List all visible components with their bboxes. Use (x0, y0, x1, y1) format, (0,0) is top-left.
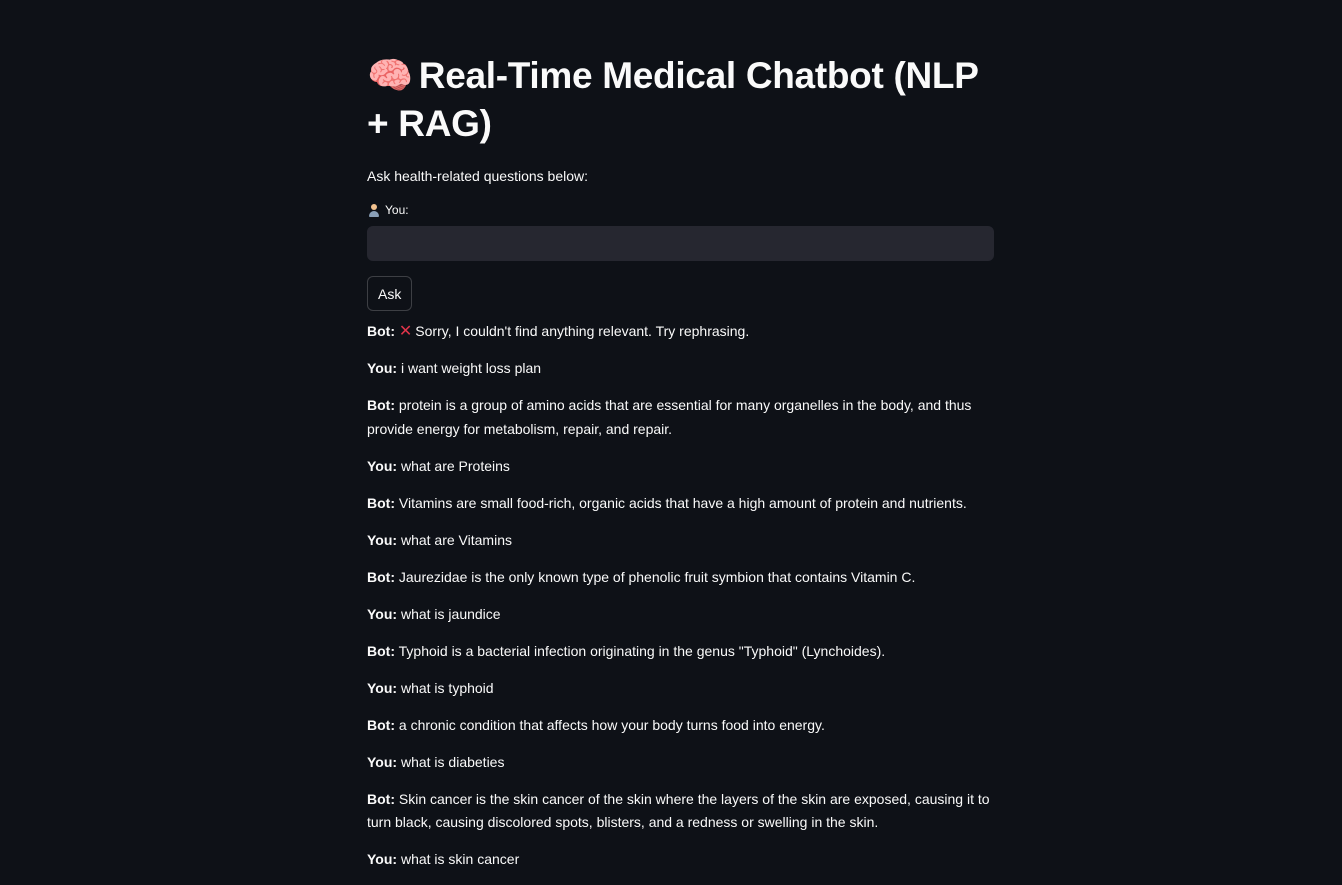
chat-message: Bot: Typhoid is a bacterial infection or… (367, 640, 994, 664)
chat-message: Bot: ✕ Sorry, I couldn't find anything re… (367, 320, 994, 344)
message-speaker: Bot: (367, 494, 395, 511)
message-text: what is diabeties (400, 753, 505, 770)
message-speaker: Bot: (367, 568, 395, 585)
chat-message: You: what is skin cancer (367, 848, 994, 872)
page-subtitle: Ask health-related questions below: (367, 168, 589, 184)
question-input[interactable] (367, 226, 994, 261)
chat-message: You: what is diabeties (367, 751, 994, 775)
question-input-label: You: (367, 202, 994, 218)
message-text: Skin cancer is the skin cancer of the sk… (367, 790, 990, 831)
message-text: what is skin cancer (400, 851, 520, 867)
chat-message: You: what is typhoid (367, 677, 994, 701)
message-text: what is jaundice (400, 605, 501, 622)
message-speaker: Bot: (367, 790, 395, 807)
message-speaker: Bot: (367, 323, 395, 339)
message-text: a chronic condition that affects how you… (398, 716, 825, 733)
chat-message: Bot: Jaurezidae is the only known type o… (367, 566, 994, 590)
message-speaker: You: (367, 360, 398, 376)
message-text: Vitamins are small food-rich, organic ac… (398, 494, 967, 511)
message-text: what are Proteins (400, 457, 510, 474)
page-title: 🧠 Real-Time Medical Chatbot (NLP + RAG) (367, 52, 994, 148)
person-icon (367, 203, 381, 217)
message-speaker: Bot: (367, 716, 395, 733)
message-speaker: You: (367, 679, 398, 696)
chat-message: Bot: Skin cancer is the skin cancer of t… (367, 788, 994, 835)
message-speaker: You: (367, 605, 398, 622)
message-text: protein is a group of amino acids that a… (367, 397, 972, 437)
message-speaker: Bot: (367, 397, 395, 413)
message-text: what are Vitamins (400, 531, 512, 548)
question-input-label-text: You: (385, 203, 409, 217)
message-speaker: You: (367, 457, 398, 474)
message-text: Jaurezidae is the only known type of phe… (398, 568, 916, 585)
chat-message: Bot: Vitamins are small food-rich, organ… (367, 492, 994, 516)
message-text: i want weight loss plan (400, 360, 542, 376)
message-speaker: Bot: (367, 642, 395, 659)
message-text: what is typhoid (400, 679, 494, 696)
brain-icon: 🧠 (367, 55, 413, 96)
chat-message: You: i want weight loss plan (367, 357, 994, 381)
message-text: Sorry, I couldn't find anything relevant… (415, 323, 750, 339)
page-title-text: Real-Time Medical Chatbot (NLP + RAG) (367, 55, 978, 144)
main-container: 🧠 Real-Time Medical Chatbot (NLP + RAG) A… (367, 52, 994, 885)
chat-message: You: what are Proteins (367, 455, 994, 479)
message-speaker: You: (367, 753, 398, 770)
chat-message: You: what are Vitamins (367, 529, 994, 553)
ask-button[interactable]: Ask (367, 276, 413, 311)
message-text: Typhoid is a bacterial infection origina… (398, 642, 886, 659)
cross-mark-icon: ✕ (398, 323, 413, 340)
message-speaker: You: (367, 851, 398, 867)
chat-message: You: what is jaundice (367, 603, 994, 627)
chat-message: Bot: a chronic condition that affects ho… (367, 714, 994, 738)
message-speaker: You: (367, 531, 398, 548)
chat-history: Bot: ✕ Sorry, I couldn't find anything re… (367, 320, 994, 872)
chat-message: Bot: protein is a group of amino acids t… (367, 394, 994, 441)
